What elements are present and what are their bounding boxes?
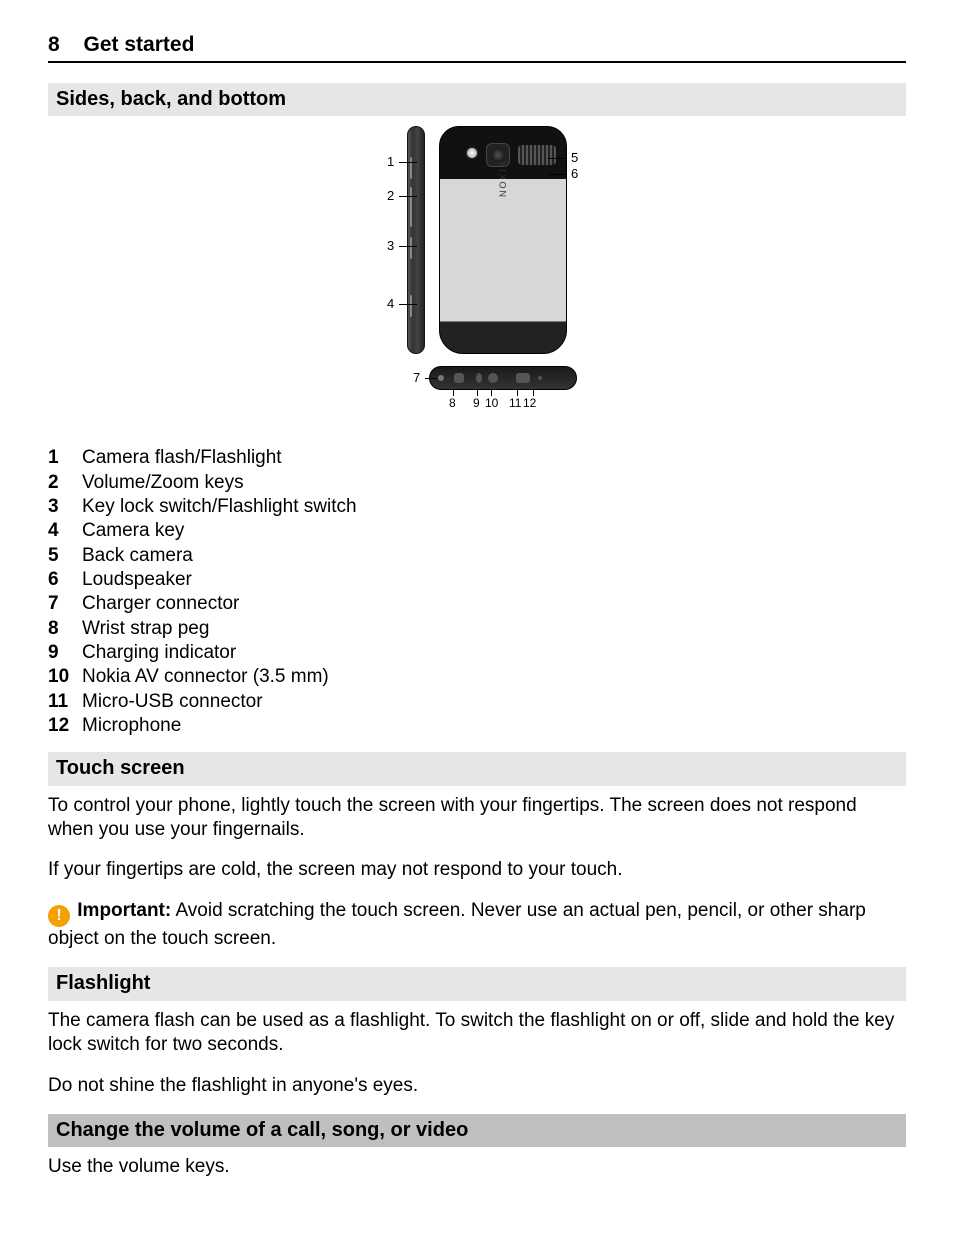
list-item: 12Microphone — [48, 714, 906, 738]
flashlight-paragraph-1: The camera flash can be used as a flashl… — [48, 1009, 906, 1058]
callout-3: 3 — [387, 238, 394, 255]
list-item: 11Micro-USB connector — [48, 690, 906, 714]
phone-back-view: NOKIA — [439, 126, 567, 354]
section-heading-flashlight: Flashlight — [48, 967, 906, 1001]
page-header: 8 Get started — [48, 32, 906, 63]
phone-side-view — [407, 126, 425, 354]
flashlight-paragraph-2: Do not shine the flashlight in anyone's … — [48, 1074, 906, 1098]
callout-5: 5 — [571, 150, 578, 167]
list-item: 3Key lock switch/Flashlight switch — [48, 495, 906, 519]
list-item: 9Charging indicator — [48, 641, 906, 665]
callout-10: 10 — [485, 396, 498, 411]
important-text: Avoid scratching the touch screen. Never… — [48, 900, 866, 949]
callout-6: 6 — [571, 166, 578, 183]
callout-2: 2 — [387, 188, 394, 205]
volume-paragraph-1: Use the volume keys. — [48, 1155, 906, 1179]
section-heading-sides: Sides, back, and bottom — [48, 83, 906, 117]
callout-11: 11 — [509, 396, 521, 411]
callout-9: 9 — [473, 396, 480, 411]
brand-label: NOKIA — [498, 159, 510, 197]
callout-4: 4 — [387, 296, 394, 313]
device-diagram: NOKIA 1 2 3 4 5 6 7 8 9 10 11 12 — [48, 126, 906, 426]
callout-12: 12 — [523, 396, 536, 411]
phone-bottom-view — [429, 366, 577, 390]
important-icon: ! — [48, 905, 70, 927]
callout-1: 1 — [387, 154, 394, 171]
page-number: 8 — [48, 33, 60, 56]
callout-7: 7 — [413, 370, 420, 387]
section-heading-volume: Change the volume of a call, song, or vi… — [48, 1114, 906, 1148]
list-item: 2Volume/Zoom keys — [48, 471, 906, 495]
parts-list: 1Camera flash/Flashlight 2Volume/Zoom ke… — [48, 446, 906, 738]
list-item: 7Charger connector — [48, 592, 906, 616]
touch-paragraph-2: If your fingertips are cold, the screen … — [48, 858, 906, 882]
section-heading-touch: Touch screen — [48, 752, 906, 786]
chapter-title: Get started — [84, 33, 195, 56]
list-item: 8Wrist strap peg — [48, 617, 906, 641]
list-item: 1Camera flash/Flashlight — [48, 446, 906, 470]
list-item: 5Back camera — [48, 544, 906, 568]
important-label: Important: — [77, 900, 171, 921]
loudspeaker-icon — [518, 145, 556, 165]
list-item: 6Loudspeaker — [48, 568, 906, 592]
important-note: ! Important: Avoid scratching the touch … — [48, 899, 906, 952]
list-item: 10Nokia AV connector (3.5 mm) — [48, 665, 906, 689]
callout-8: 8 — [449, 396, 456, 411]
list-item: 4Camera key — [48, 519, 906, 543]
touch-paragraph-1: To control your phone, lightly touch the… — [48, 794, 906, 843]
